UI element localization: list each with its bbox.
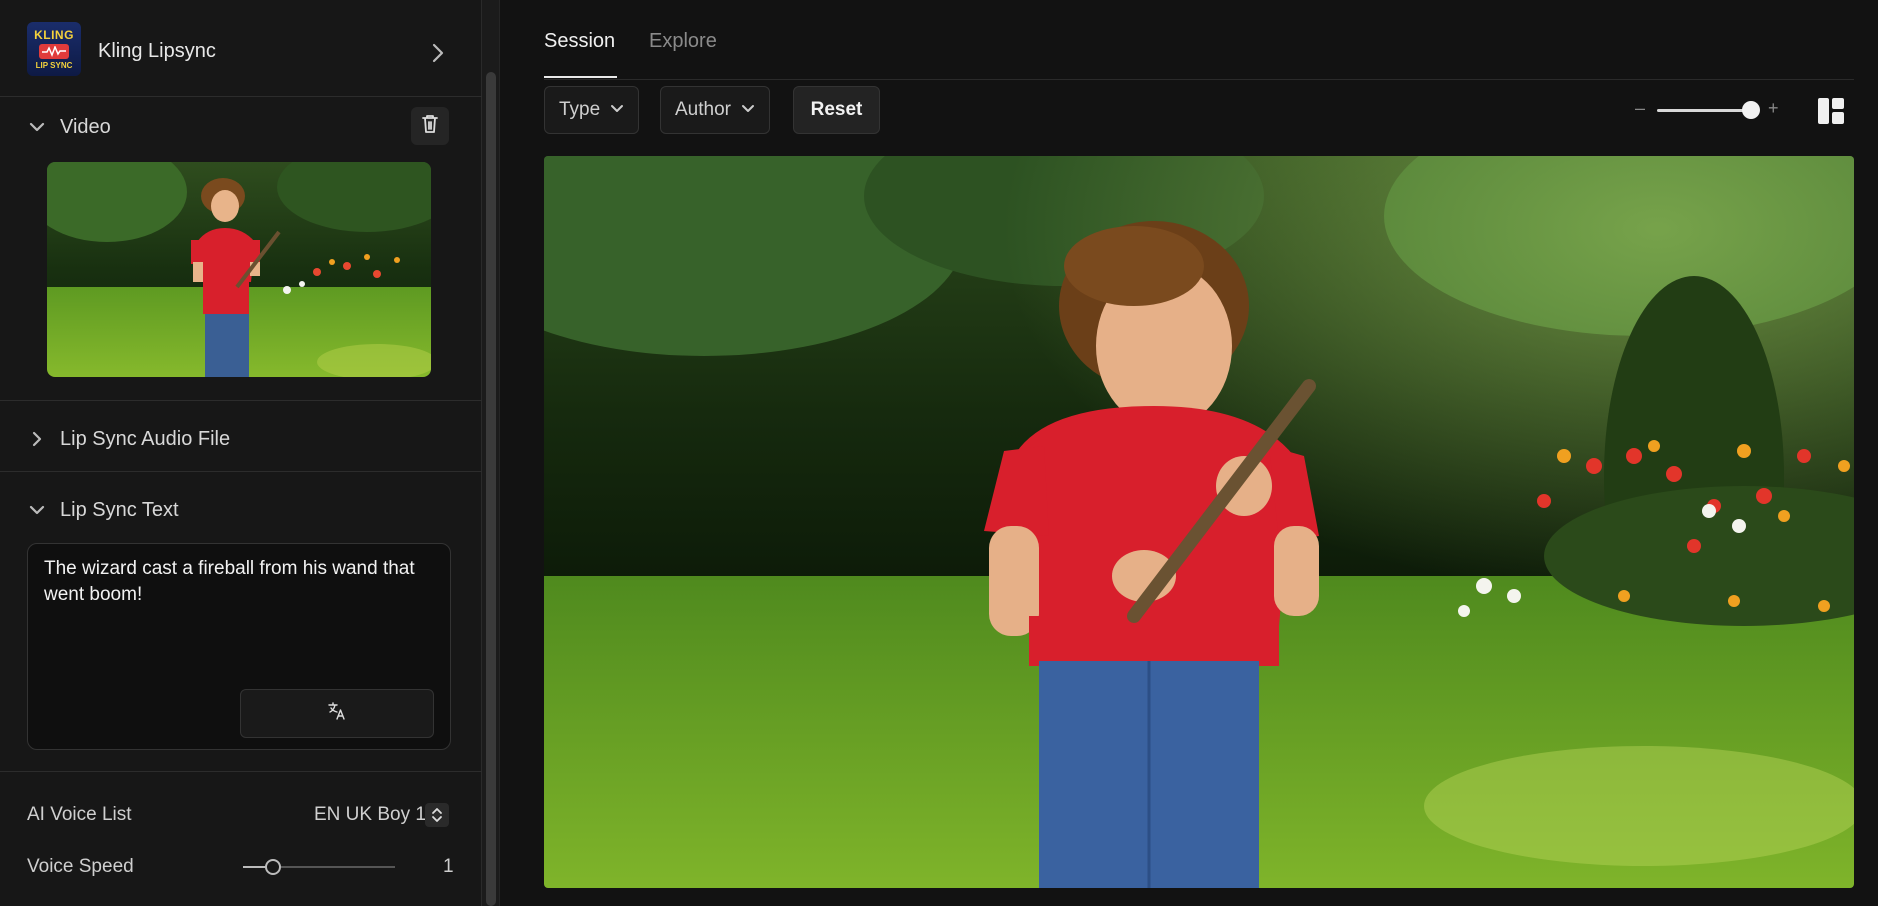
section-audio-title: Lip Sync Audio File (60, 428, 231, 450)
author-filter-label: Author (675, 99, 731, 120)
logo-text-top: KLING (34, 28, 74, 42)
reset-button[interactable]: Reset (793, 86, 880, 134)
zoom-out-button[interactable]: – (1635, 98, 1645, 119)
active-tab-indicator (544, 76, 617, 78)
voice-speed-label: Voice Speed (27, 856, 134, 877)
model-name: Kling Lipsync (98, 40, 216, 62)
voice-list-select[interactable]: EN UK Boy 1 (314, 804, 426, 826)
select-stepper-icon[interactable] (425, 803, 449, 827)
kling-lipsync-logo: KLING LIP SYNC (27, 22, 81, 76)
chevron-down-icon (28, 501, 46, 524)
type-filter-button[interactable]: Type (544, 86, 640, 134)
section-text-title: Lip Sync Text (60, 499, 179, 521)
section-text-header[interactable]: Lip Sync Text (0, 489, 482, 529)
generated-preview-image[interactable] (544, 156, 1854, 888)
chevron-down-icon (28, 118, 46, 141)
voice-list-label: AI Voice List (27, 804, 132, 825)
lip-sync-text-input[interactable]: The wizard cast a fireball from his wand… (27, 543, 451, 750)
lip-sync-wave-icon (39, 44, 69, 59)
voice-speed-slider-handle[interactable] (265, 859, 281, 875)
model-selector[interactable]: KLING LIP SYNC Kling Lipsync (0, 5, 482, 90)
type-filter-label: Type (559, 99, 601, 120)
chevron-down-icon (600, 99, 624, 121)
divider (0, 96, 482, 97)
zoom-slider-handle[interactable] (1742, 101, 1760, 119)
grid-layout-icon[interactable] (1817, 97, 1845, 130)
logo-text-bottom: LIP SYNC (35, 61, 73, 70)
chevron-down-icon (731, 99, 755, 121)
delete-video-button[interactable] (411, 107, 449, 145)
left-panel-scrollbar-thumb[interactable] (486, 72, 496, 906)
chevron-right-icon (28, 430, 46, 453)
section-video-header[interactable]: Video (0, 106, 482, 146)
section-video-title: Video (60, 116, 111, 138)
tabs-divider (544, 79, 1854, 80)
section-audio-header[interactable]: Lip Sync Audio File (0, 418, 482, 458)
divider (0, 771, 482, 772)
chevron-right-icon[interactable] (428, 41, 448, 70)
tab-session[interactable]: Session (544, 30, 615, 53)
lip-sync-text-value[interactable]: The wizard cast a fireball from his wand… (44, 556, 434, 608)
tab-explore[interactable]: Explore (649, 30, 717, 53)
video-thumbnail[interactable] (47, 162, 431, 377)
trash-icon (420, 113, 440, 140)
divider (0, 400, 482, 401)
translate-icon (327, 701, 347, 726)
author-filter-button[interactable]: Author (660, 86, 770, 134)
translate-button[interactable] (240, 689, 434, 738)
zoom-in-button[interactable]: + (1768, 98, 1779, 119)
divider (0, 471, 482, 472)
voice-speed-value: 1 (443, 856, 454, 877)
zoom-slider-track[interactable] (1657, 109, 1751, 112)
